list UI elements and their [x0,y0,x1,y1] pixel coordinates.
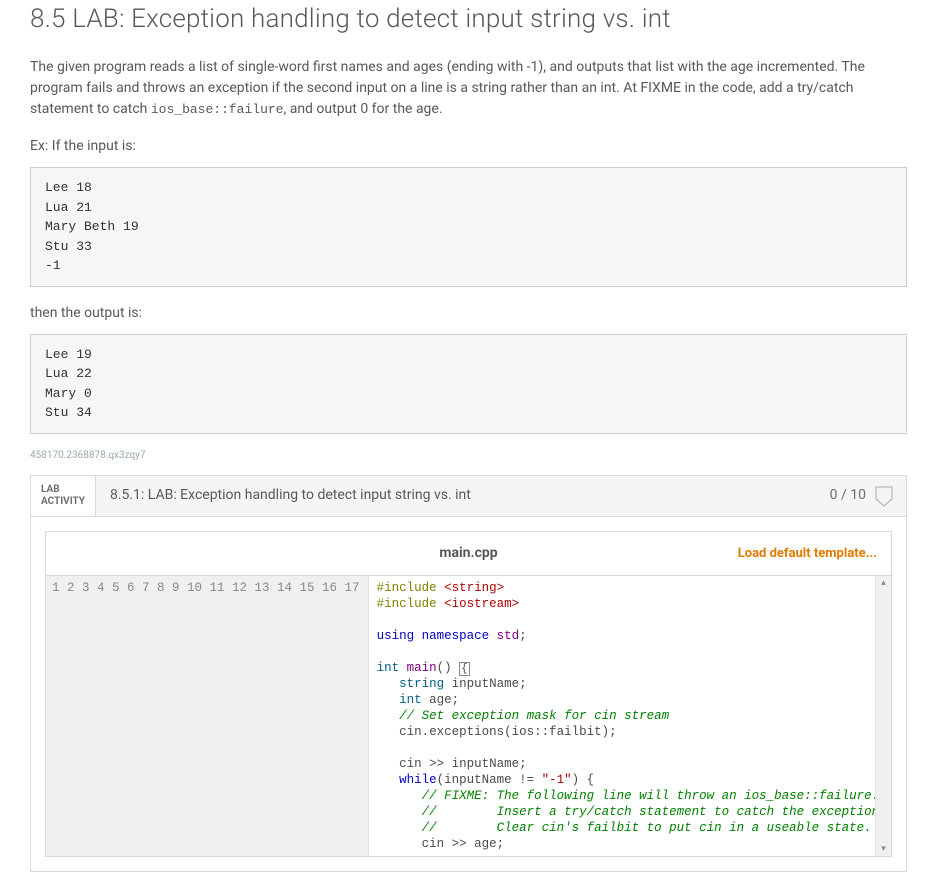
lab-header-title: 8.5.1: LAB: Exception handling to detect… [96,476,818,516]
code-content[interactable]: #include <string>#include <iostream> usi… [369,576,875,856]
code-editor[interactable]: 1 2 3 4 5 6 7 8 9 10 11 12 13 14 15 16 1… [45,575,892,857]
line-number-gutter: 1 2 3 4 5 6 7 8 9 10 11 12 13 14 15 16 1… [46,576,369,856]
editor-toolbar: main.cpp Load default template... [45,531,892,575]
shield-icon [874,485,894,507]
lab-score: 0 / 10 [818,476,906,516]
editor-panel: main.cpp Load default template... 1 2 3 … [31,517,906,871]
lab-tag-line1: LAB [41,484,85,496]
file-name-label: main.cpp [328,543,610,564]
problem-description: The given program reads a list of single… [30,57,907,120]
desc-code: ios_base::failure [151,102,284,117]
reference-code: 458170.2368878.qx3zqy7 [30,448,907,463]
lab-header: LAB ACTIVITY 8.5.1: LAB: Exception handl… [31,476,906,517]
scroll-up-icon[interactable]: ▴ [876,576,891,590]
page-title: 8.5 LAB: Exception handling to detect in… [30,0,907,39]
desc-part2: , and output 0 for the age. [283,101,442,117]
lab-activity-container: LAB ACTIVITY 8.5.1: LAB: Exception handl… [30,475,907,872]
example-input-block: Lee 18 Lua 21 Mary Beth 19 Stu 33 -1 [30,167,907,287]
lab-activity-tag: LAB ACTIVITY [31,476,96,516]
example-output-block: Lee 19 Lua 22 Mary 0 Stu 34 [30,334,907,434]
lab-tag-line2: ACTIVITY [41,496,85,508]
load-default-template-button[interactable]: Load default template... [738,546,891,561]
lab-score-text: 0 / 10 [830,485,866,506]
example-output-label: then the output is: [30,303,907,324]
scroll-down-icon[interactable]: ▾ [876,842,891,856]
example-input-label: Ex: If the input is: [30,136,907,157]
vertical-scrollbar[interactable]: ▴ ▾ [875,576,891,856]
